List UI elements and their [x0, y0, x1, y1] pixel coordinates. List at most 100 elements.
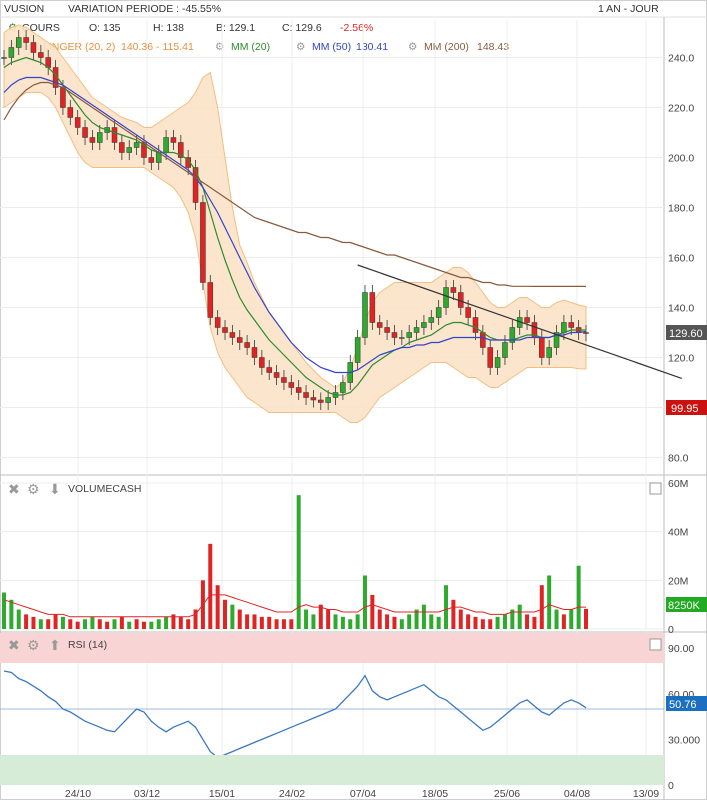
- volume-bar: [488, 619, 493, 629]
- candle-body: [52, 67, 59, 88]
- candle-body: [273, 372, 280, 378]
- trendline: [357, 264, 682, 380]
- volume-bar: [340, 616, 345, 629]
- volume-bar: [46, 619, 51, 629]
- checkbox-icon[interactable]: [649, 482, 662, 495]
- candle-body: [207, 282, 214, 318]
- gear-icon[interactable]: ⚙: [27, 637, 40, 653]
- candle-body: [369, 292, 376, 323]
- volume-bar: [385, 614, 390, 629]
- volume-bar: [164, 616, 169, 629]
- bollinger-area: [3, 24, 587, 423]
- x-tick-label: 24/10: [65, 788, 91, 800]
- volume-average-line: [3, 594, 586, 618]
- legend-change: -2.56%: [340, 22, 374, 34]
- period-label[interactable]: 1 AN - JOUR: [598, 3, 659, 15]
- legend-mm50-value: 130.41: [356, 41, 389, 53]
- volume-bar: [539, 585, 544, 629]
- arrow-up-icon[interactable]: ⬆: [49, 637, 61, 653]
- candle-body: [531, 322, 538, 338]
- candle-body: [575, 327, 582, 333]
- volume-bar: [119, 616, 124, 629]
- volume-bar: [9, 599, 14, 629]
- price-tick-label: 140.0: [668, 303, 694, 315]
- volume-bar: [215, 585, 220, 629]
- x-tick-label: 04/08: [564, 788, 590, 800]
- candle-body: [553, 332, 560, 348]
- price-tick-label: 120.0: [668, 353, 694, 365]
- x-tick-label: 13/09: [633, 788, 659, 800]
- volume-bar: [370, 594, 375, 629]
- rsi-tick-label: 60.00: [668, 689, 694, 701]
- volume-bar: [223, 599, 228, 629]
- candle-body: [443, 287, 449, 308]
- candle-body: [222, 327, 228, 333]
- volume-bar: [333, 614, 338, 629]
- candle-body: [126, 147, 132, 153]
- trendline-line: [357, 264, 682, 380]
- settings-icon[interactable]: ⚙: [8, 41, 17, 53]
- volume-bar: [502, 614, 507, 629]
- settings-icon[interactable]: ⚙: [215, 41, 224, 53]
- candle-body: [170, 137, 177, 143]
- candle-body: [391, 332, 398, 338]
- volume-last-badge: [666, 597, 707, 612]
- volume-bar: [230, 604, 235, 629]
- candle-body: [406, 332, 412, 338]
- candle-body: [244, 342, 250, 348]
- volume-bar: [584, 608, 588, 629]
- chart-stage: VUSION VARIATION PERIODE : -45.55% 1 AN …: [0, 0, 707, 800]
- volume-bar: [525, 614, 530, 629]
- volume-tick-label: 60M: [668, 478, 688, 490]
- settings-icon[interactable]: ⚙: [408, 41, 417, 53]
- candle-body: [421, 322, 427, 328]
- volume-bar: [421, 604, 426, 629]
- rsi-title: RSI (14): [68, 639, 107, 651]
- volume-bar: [407, 614, 412, 629]
- volume-bar: [245, 614, 250, 629]
- candle-body: [310, 397, 317, 401]
- price-tick-label: 200.0: [668, 153, 694, 165]
- candle-body: [354, 337, 361, 363]
- last-price-text: 129.60: [669, 328, 703, 340]
- legend-open: O: 135: [89, 22, 121, 34]
- candle-body: [281, 377, 287, 383]
- legend-mm50: MM (50): [312, 41, 352, 53]
- candle-body: [133, 142, 140, 148]
- volume-bar: [377, 609, 382, 629]
- legend-low: B: 129.1: [216, 22, 256, 34]
- volume-bar: [532, 616, 537, 629]
- candle-body: [362, 292, 368, 338]
- volume-tick-label: 20M: [668, 575, 688, 587]
- volume-bar: [178, 616, 183, 629]
- candle-body: [458, 292, 464, 308]
- volume-bar: [60, 616, 65, 629]
- candle-body: [325, 397, 331, 403]
- legend-high: H: 138: [153, 22, 184, 34]
- candle-body: [546, 347, 552, 358]
- volume-bar: [127, 621, 132, 629]
- settings-icon[interactable]: ⚙: [8, 22, 17, 34]
- price-tick-label: 160.0: [668, 253, 694, 265]
- volume-bar: [510, 609, 515, 629]
- volume-bar: [134, 619, 139, 629]
- volume-bar: [318, 604, 323, 629]
- gear-icon[interactable]: ⚙: [27, 481, 40, 497]
- volume-bar: [362, 575, 367, 629]
- settings-icon[interactable]: ⚙: [296, 41, 305, 53]
- volume-bar: [112, 619, 117, 629]
- candle-body: [376, 322, 383, 328]
- candle-body: [74, 117, 81, 128]
- candle-body: [295, 387, 302, 393]
- candle-body: [494, 357, 501, 368]
- volume-bar: [252, 614, 257, 629]
- checkbox-icon[interactable]: [649, 638, 662, 651]
- volume-bar: [304, 609, 309, 629]
- close-icon[interactable]: ✖: [8, 481, 20, 497]
- close-icon[interactable]: ✖: [8, 637, 20, 653]
- volume-last-text: 8250K: [668, 600, 700, 612]
- candle-body: [185, 157, 191, 168]
- legend-mm20: MM (20): [231, 41, 271, 53]
- candle-body: [111, 127, 118, 143]
- arrow-down-icon[interactable]: ⬇: [49, 481, 61, 497]
